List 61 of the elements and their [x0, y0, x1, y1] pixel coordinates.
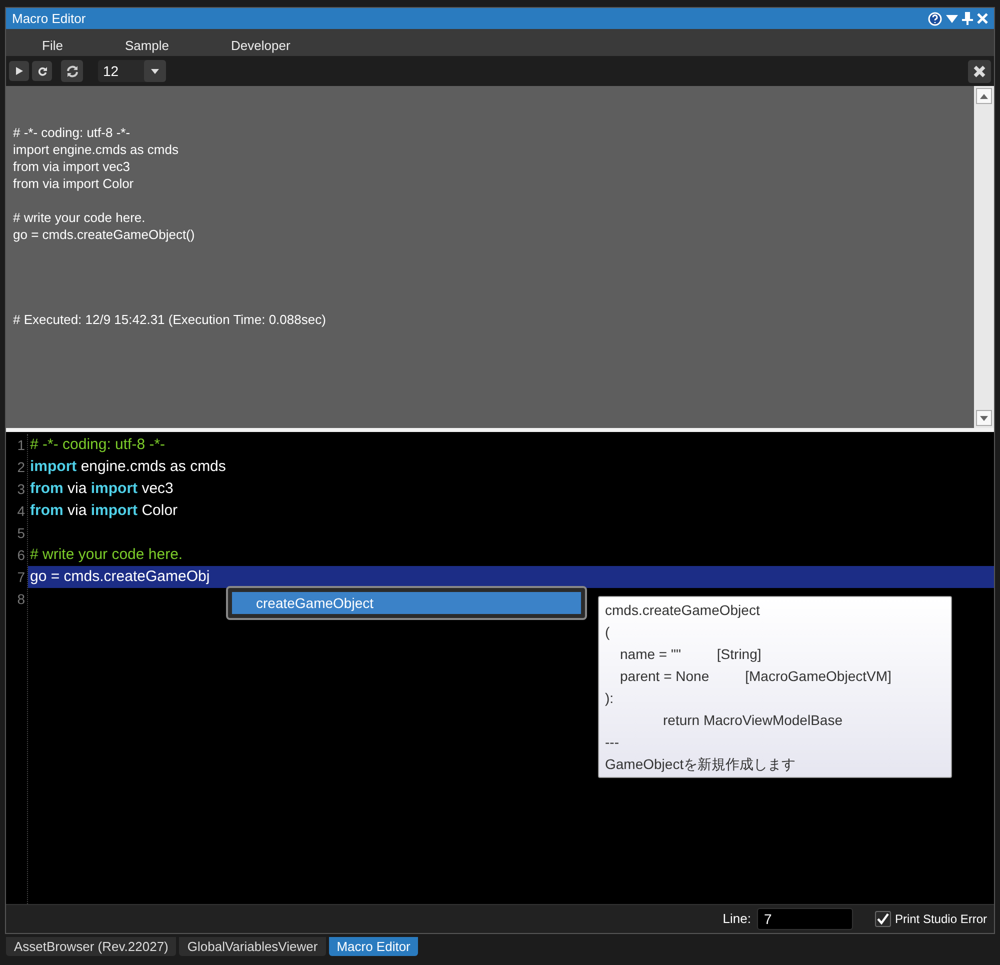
- menu-item[interactable]: Developer: [225, 36, 296, 55]
- tooltip-line: (: [605, 623, 610, 642]
- caret-icon: [151, 68, 159, 74]
- line-number: 6: [17, 546, 25, 565]
- code-line: from via import vec3: [29, 478, 174, 499]
- tooltip-line: parent = None: [620, 667, 710, 686]
- output-line: # write your code here.: [13, 209, 146, 226]
- tooltip-type: [String]: [716, 645, 762, 664]
- scroll-up-icon[interactable]: [980, 94, 988, 98]
- sync-button[interactable]: [61, 60, 83, 82]
- count-dropdown[interactable]: 12: [98, 60, 166, 82]
- line-number: 8: [17, 590, 25, 609]
- output-line: from via import Color: [13, 175, 134, 192]
- tab[interactable]: AssetBrowser (Rev.22027): [6, 937, 176, 956]
- code-editor[interactable]: [6, 432, 994, 904]
- line-field[interactable]: 7: [756, 908, 853, 930]
- completion-item[interactable]: createGameObject: [232, 592, 581, 614]
- code-line: # write your code here.: [29, 544, 184, 565]
- print-error-checkbox[interactable]: Print Studio Error: [874, 910, 987, 928]
- scrollbar[interactable]: [974, 86, 994, 428]
- tooltip-line: GameObjectを新規作成します: [605, 755, 796, 774]
- refresh-button[interactable]: [32, 61, 52, 81]
- output-line: # -*- coding: utf-8 -*-: [13, 124, 130, 141]
- menu-item[interactable]: File: [36, 36, 69, 55]
- tab[interactable]: GlobalVariablesViewer: [179, 937, 326, 956]
- close-button[interactable]: [968, 60, 991, 82]
- window-title: Macro Editor: [12, 10, 86, 28]
- close-icon[interactable]: [977, 13, 988, 24]
- tooltip-line: name = "": [620, 645, 681, 664]
- output-line: from via import vec3: [13, 158, 130, 175]
- output-line: import engine.cmds as cmds: [13, 141, 178, 158]
- close-icon: [973, 64, 986, 78]
- sync-icon: [66, 64, 78, 78]
- run-button[interactable]: [9, 61, 29, 81]
- dropdown-icon[interactable]: [946, 14, 958, 22]
- code-line: from via import Color: [29, 500, 179, 521]
- tooltip-line: ---: [605, 733, 619, 752]
- tab[interactable]: Macro Editor: [328, 937, 418, 956]
- line-number: 4: [17, 502, 25, 521]
- dropdown-value: 12: [102, 62, 120, 81]
- pin-icon[interactable]: [962, 12, 973, 25]
- line-number: 1: [17, 436, 25, 455]
- checkbox[interactable]: [874, 911, 891, 927]
- scroll-down-icon[interactable]: [980, 416, 988, 420]
- code-line: # -*- coding: utf-8 -*-: [29, 434, 166, 455]
- line-number: 7: [17, 568, 25, 587]
- help-icon[interactable]: [928, 12, 942, 26]
- tooltip-line: cmds.createGameObject: [605, 601, 760, 620]
- output-line: go = cmds.createGameObject(): [13, 226, 195, 243]
- output-line: # Executed: 12/9 15:42.31 (Execution Time: 0.088sec): [13, 311, 326, 328]
- tooltip-line: return MacroViewModelBase: [662, 711, 842, 730]
- play-icon: [16, 67, 22, 75]
- line-number: 5: [17, 524, 25, 543]
- tooltip-line: ):: [605, 689, 614, 708]
- line-number: 3: [17, 480, 25, 499]
- code-line: import engine.cmds as cmds: [29, 456, 227, 477]
- line-label: Line:: [722, 910, 751, 928]
- refresh-icon: [38, 66, 46, 76]
- tooltip-type: [MacroGameObjectVM]: [745, 667, 892, 686]
- menu-item[interactable]: Sample: [118, 36, 176, 55]
- line-number: 2: [17, 458, 25, 477]
